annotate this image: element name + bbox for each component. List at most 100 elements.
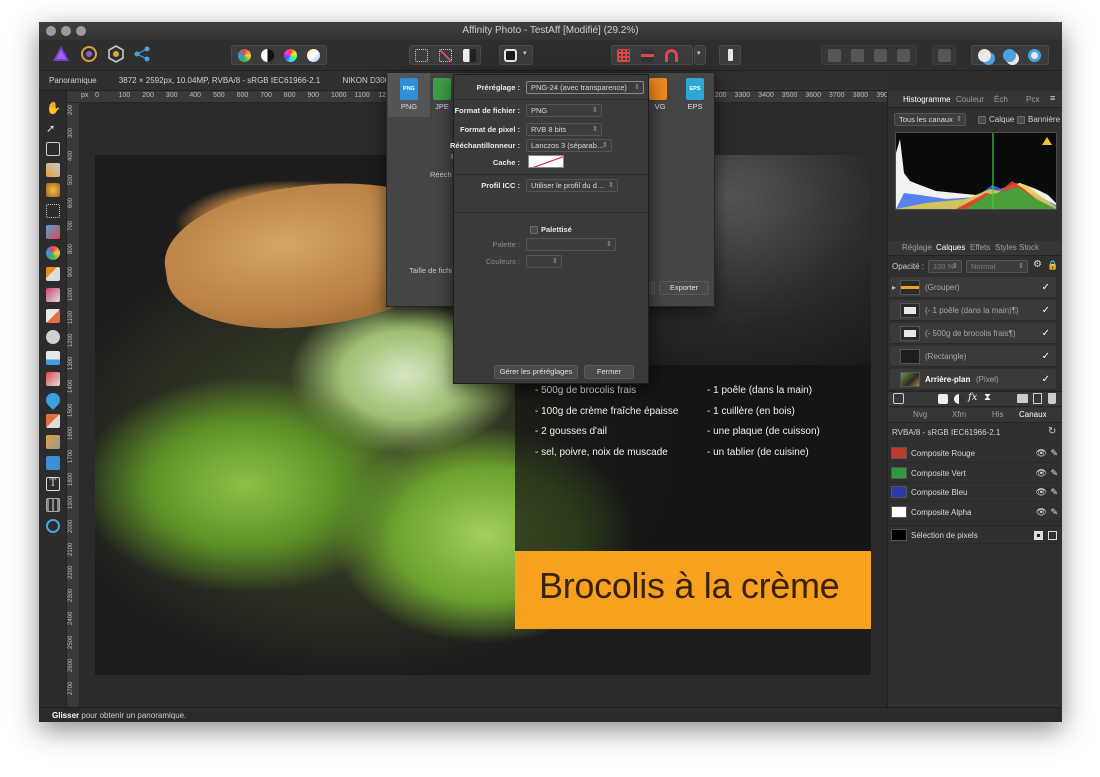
visibility-check-icon[interactable]: ✓ (1042, 300, 1050, 321)
live-filter-icon[interactable]: ⧗ (984, 392, 991, 403)
channel-row[interactable]: Composite Vert 👁 ✎ (888, 464, 1062, 483)
gear-icon[interactable]: ⚙ (1033, 259, 1042, 270)
edit-channel-icon[interactable]: ✎ (1050, 503, 1058, 522)
panel-menu-icon[interactable]: ≡ (1050, 93, 1055, 103)
selection-options-icon[interactable] (1048, 531, 1057, 540)
flood-fill-tool-icon[interactable] (46, 225, 60, 239)
preset-select[interactable]: PNG-24 (avec transparence) (526, 81, 644, 94)
add-icon[interactable] (978, 49, 991, 62)
eye-icon[interactable]: 👁 (1036, 503, 1047, 522)
tab-swatches[interactable]: Éch (994, 95, 1008, 104)
visibility-check-icon[interactable]: ✓ (1042, 369, 1050, 390)
tab-channels[interactable]: Canaux (1019, 410, 1047, 419)
channels-select[interactable]: Tous les canaux (894, 113, 966, 126)
folder-icon[interactable] (1017, 394, 1028, 403)
export-persona-button[interactable] (133, 45, 153, 65)
layer-row[interactable]: (- 1 poêle (dans la main)¶) ✓ (890, 300, 1056, 321)
paint-brush-tool-icon[interactable] (46, 267, 60, 281)
adjustment-layer-icon[interactable] (954, 394, 964, 404)
palette-select[interactable] (526, 238, 616, 251)
channel-row[interactable]: Composite Alpha 👁 ✎ (888, 503, 1062, 522)
edit-channel-icon[interactable]: ✎ (1050, 483, 1058, 502)
mesh-warp-tool-icon[interactable] (46, 498, 60, 512)
close-window-button[interactable] (46, 26, 56, 36)
blur-brush-tool-icon[interactable] (43, 390, 63, 410)
eye-icon[interactable]: 👁 (1036, 464, 1047, 483)
crop-tool-icon[interactable] (46, 142, 60, 156)
zoom-tool-icon[interactable] (46, 519, 60, 533)
liquify-persona-button[interactable] (80, 45, 100, 65)
opacity-select[interactable]: 100 % (928, 260, 962, 273)
move-back-icon[interactable] (851, 49, 864, 62)
grid-icon[interactable] (617, 49, 630, 62)
flood-select-tool-icon[interactable] (46, 183, 60, 197)
fx-icon[interactable]: fx (968, 392, 977, 403)
format-tab-svg[interactable]: VG (649, 73, 671, 117)
assistant-button[interactable] (719, 45, 741, 65)
tab-effects[interactable]: Effets (970, 243, 990, 252)
hsl-icon[interactable] (284, 49, 297, 62)
marquee-icon[interactable] (415, 49, 428, 62)
add-layer-icon[interactable] (1033, 393, 1042, 404)
develop-persona-button[interactable] (107, 45, 127, 65)
clone-tool-icon[interactable] (46, 351, 60, 365)
format-tab-eps[interactable]: EPS EPS (674, 73, 716, 117)
intersect-icon[interactable] (1028, 49, 1041, 62)
subtract-icon[interactable] (1003, 49, 1016, 62)
align-button[interactable] (932, 45, 956, 65)
levels-icon[interactable] (238, 49, 251, 62)
photo-persona-button[interactable] (52, 45, 72, 65)
resampler-select[interactable]: Lanczos 3 (séparab… (526, 139, 612, 152)
layer-row[interactable]: (- 500g de brocolis frais¶) ✓ (890, 323, 1056, 344)
export-button[interactable]: Exporter (659, 281, 709, 295)
patch-tool-icon[interactable] (46, 414, 60, 428)
move-forward-icon[interactable] (874, 49, 887, 62)
palettised-checkbox[interactable] (530, 226, 538, 234)
tab-histogram[interactable]: Histogramme (903, 95, 951, 104)
tab-brushes[interactable]: Pcx (1026, 95, 1039, 104)
layer-row[interactable]: Arrière-plan (Pixel) ✓ (890, 369, 1056, 390)
matte-color-swatch[interactable] (528, 155, 564, 168)
pixel-selection-row[interactable]: Sélection de pixels (888, 525, 1062, 544)
edit-channel-icon[interactable]: ✎ (1050, 464, 1058, 483)
expand-group-icon[interactable]: ▸ (892, 277, 896, 298)
file-format-select[interactable]: PNG (526, 104, 602, 117)
snapping-magnet-icon[interactable] (665, 49, 678, 62)
selection-brush-tool-icon[interactable] (46, 163, 60, 177)
selection-to-mask-icon[interactable] (1034, 531, 1043, 540)
deselect-icon[interactable] (439, 49, 452, 62)
tab-adjustments[interactable]: Réglage (902, 243, 932, 252)
banniere-checkbox[interactable] (1017, 116, 1025, 124)
reset-icon[interactable]: ↻ (1048, 426, 1056, 437)
white-balance-icon[interactable] (307, 49, 320, 62)
mask-layer-icon[interactable] (938, 394, 948, 404)
move-to-back-icon[interactable] (828, 49, 841, 62)
zoom-window-button[interactable] (76, 26, 86, 36)
healing-brush-tool-icon[interactable] (46, 372, 60, 386)
lock-icon[interactable]: 🔒 (1047, 260, 1058, 271)
tab-navigator[interactable]: Nvg (913, 410, 927, 419)
colours-select[interactable] (526, 255, 562, 268)
trash-icon[interactable] (1048, 393, 1056, 404)
visibility-check-icon[interactable]: ✓ (1042, 277, 1050, 298)
rectangular-marquee-tool-icon[interactable] (46, 204, 60, 218)
snapping-options-button[interactable]: ▾ (694, 45, 706, 65)
pixel-format-select[interactable]: RVB 8 bits (526, 123, 602, 136)
close-popover-button[interactable]: Fermer (584, 365, 634, 379)
eye-icon[interactable]: 👁 (1036, 444, 1047, 463)
color-replacement-tool-icon[interactable] (46, 288, 60, 302)
tab-transform[interactable]: Xfm (952, 410, 966, 419)
visibility-check-icon[interactable]: ✓ (1042, 323, 1050, 344)
format-tab-png[interactable]: PNG PNG (388, 73, 430, 117)
blend-mode-select[interactable]: Normal (966, 260, 1028, 273)
view-hand-tool-icon[interactable]: ✋ (46, 101, 61, 115)
visibility-check-icon[interactable]: ✓ (1042, 346, 1050, 367)
move-to-front-icon[interactable] (897, 49, 910, 62)
guides-icon[interactable] (641, 49, 654, 62)
channel-row[interactable]: Composite Bleu 👁 ✎ (888, 483, 1062, 502)
erase-brush-tool-icon[interactable] (46, 309, 60, 323)
tab-colour[interactable]: Couleur (956, 95, 984, 104)
dodge-tool-icon[interactable] (46, 330, 60, 344)
invert-selection-icon[interactable] (463, 49, 476, 62)
manage-presets-button[interactable]: Gérer les préréglages (494, 365, 578, 379)
